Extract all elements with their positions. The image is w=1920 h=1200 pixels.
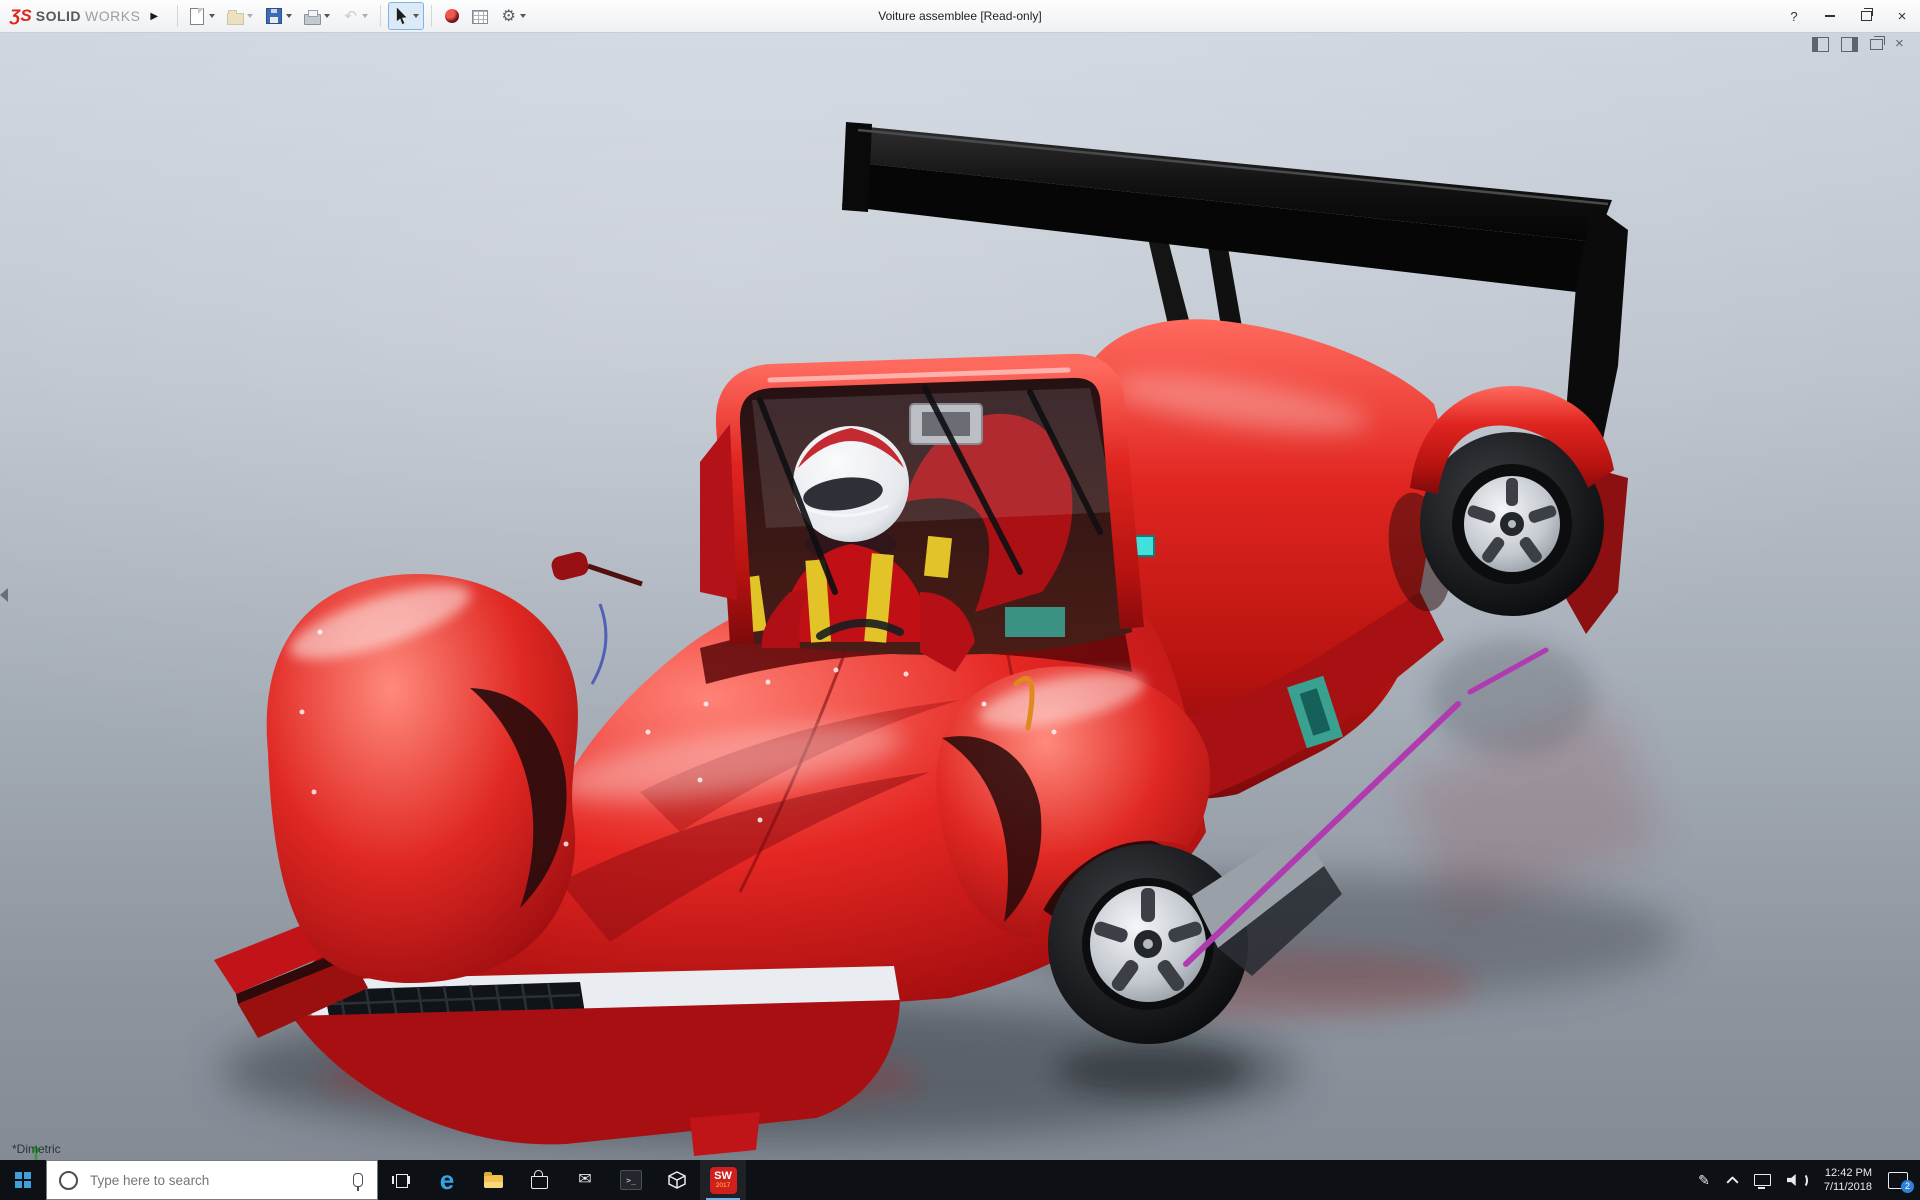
toolbar-separator xyxy=(431,5,433,27)
dropdown-arrow-icon xyxy=(413,14,420,18)
new-document-icon xyxy=(190,7,205,25)
windows-logo-icon xyxy=(15,1172,31,1188)
race-car-model xyxy=(214,122,1680,1156)
console-app-button[interactable]: >_ xyxy=(608,1160,654,1200)
restore-document-icon[interactable] xyxy=(1870,36,1885,50)
envelope-icon: ✉ xyxy=(578,1171,592,1188)
quick-access-toolbar xyxy=(183,2,531,30)
hidden-icons-chevron[interactable] xyxy=(1726,1176,1739,1184)
undo-arrow-icon xyxy=(342,8,359,25)
network-icon[interactable] xyxy=(1753,1174,1771,1189)
3d-viewer-button[interactable] xyxy=(654,1160,700,1200)
titlebar: ƷSSOLIDWORKS ▶ Voiture assemblee [Read-o… xyxy=(0,0,1920,33)
design-table-button[interactable] xyxy=(467,2,493,30)
save-floppy-icon xyxy=(266,8,283,24)
close-document-icon[interactable]: × xyxy=(1895,36,1910,51)
appearance-sphere-icon xyxy=(445,9,460,23)
dropdown-arrow-icon xyxy=(247,14,254,18)
search-input[interactable] xyxy=(88,1171,353,1189)
taskbar-search[interactable] xyxy=(46,1160,378,1200)
new-document-button[interactable] xyxy=(183,2,220,30)
pen-icon[interactable]: ✎ xyxy=(1698,1172,1710,1189)
solidworks-app-button[interactable]: SW 2017 xyxy=(700,1160,746,1200)
action-center-button[interactable]: 2 xyxy=(1888,1171,1914,1193)
panel-collapse-arrow[interactable] xyxy=(0,588,8,602)
task-view-icon xyxy=(392,1173,410,1188)
select-tool-button[interactable] xyxy=(388,2,425,30)
close-button[interactable]: × xyxy=(1884,0,1920,32)
shopping-bag-icon xyxy=(530,1170,548,1189)
file-explorer-button[interactable] xyxy=(470,1160,516,1200)
edge-icon: e xyxy=(439,1165,455,1195)
menu-expand-button[interactable]: ▶ xyxy=(150,11,158,22)
open-button[interactable] xyxy=(222,2,258,30)
save-button[interactable] xyxy=(260,2,297,30)
mail-button[interactable]: ✉ xyxy=(562,1160,608,1200)
start-button[interactable] xyxy=(0,1160,46,1200)
options-button[interactable] xyxy=(495,2,531,30)
cortana-circle-icon xyxy=(59,1170,78,1190)
cockpit xyxy=(700,353,1155,672)
edge-button[interactable]: e xyxy=(424,1160,470,1200)
options-gear-icon xyxy=(500,8,517,25)
graphics-area[interactable]: × *Dimetric xyxy=(0,32,1920,1196)
print-button[interactable] xyxy=(299,2,335,30)
undo-button[interactable] xyxy=(337,2,373,30)
cube-icon xyxy=(668,1171,686,1189)
dropdown-arrow-icon xyxy=(209,14,216,18)
dropdown-arrow-icon xyxy=(362,14,369,18)
solidworks-app-icon: SW 2017 xyxy=(709,1166,737,1194)
pane-left-icon[interactable] xyxy=(1812,37,1829,52)
notification-badge: 2 xyxy=(1901,1179,1914,1193)
microphone-icon[interactable] xyxy=(353,1173,363,1187)
folder-icon xyxy=(483,1172,503,1188)
help-button[interactable]: ? xyxy=(1776,0,1812,32)
dassault-mark-icon: ƷS xyxy=(10,6,32,25)
system-tray: ✎ 12:42 PM 7/11/2018 2 xyxy=(1698,1166,1920,1195)
console-icon: >_ xyxy=(620,1170,642,1190)
side-mirror xyxy=(551,551,589,581)
volume-icon[interactable] xyxy=(1786,1172,1808,1188)
solidworks-logo: ƷS SOLID WORKS xyxy=(10,6,140,26)
minimize-button[interactable] xyxy=(1812,0,1848,32)
brand-text-primary: SOLID xyxy=(35,8,82,24)
print-icon xyxy=(304,9,322,25)
toolbar-separator xyxy=(380,5,382,27)
dropdown-arrow-icon xyxy=(324,14,331,18)
dropdown-arrow-icon xyxy=(520,14,527,18)
select-cursor-icon xyxy=(396,7,407,25)
view-orientation-label: *Dimetric xyxy=(12,1142,61,1156)
rear-wheel xyxy=(1410,386,1614,616)
task-view-button[interactable] xyxy=(378,1160,424,1200)
open-folder-icon xyxy=(227,9,245,25)
clock-date: 7/11/2018 xyxy=(1823,1181,1872,1193)
window-controls: ? × xyxy=(1776,0,1920,32)
document-title: Voiture assemblee [Read-only] xyxy=(878,9,1042,23)
clock-time: 12:42 PM xyxy=(1824,1166,1872,1179)
toolbar-separator xyxy=(177,5,179,27)
appearances-button[interactable] xyxy=(439,2,465,30)
dropdown-arrow-icon xyxy=(286,14,293,18)
solidworks-window: ƷSSOLIDWORKS ▶ Voiture assemblee [Read-o… xyxy=(0,0,1920,1200)
design-table-icon xyxy=(472,10,489,24)
store-button[interactable] xyxy=(516,1160,562,1200)
left-front-fender xyxy=(266,574,578,984)
pane-right-icon[interactable] xyxy=(1841,37,1858,52)
document-window-controls: × xyxy=(1812,36,1910,52)
taskbar-clock[interactable]: 12:42 PM 7/11/2018 xyxy=(1824,1166,1872,1195)
restore-button[interactable] xyxy=(1848,0,1884,32)
brand-text-secondary: WORKS xyxy=(85,8,141,24)
windows-taskbar: e ✉ >_ SW 2017 ✎ xyxy=(0,1160,1920,1200)
